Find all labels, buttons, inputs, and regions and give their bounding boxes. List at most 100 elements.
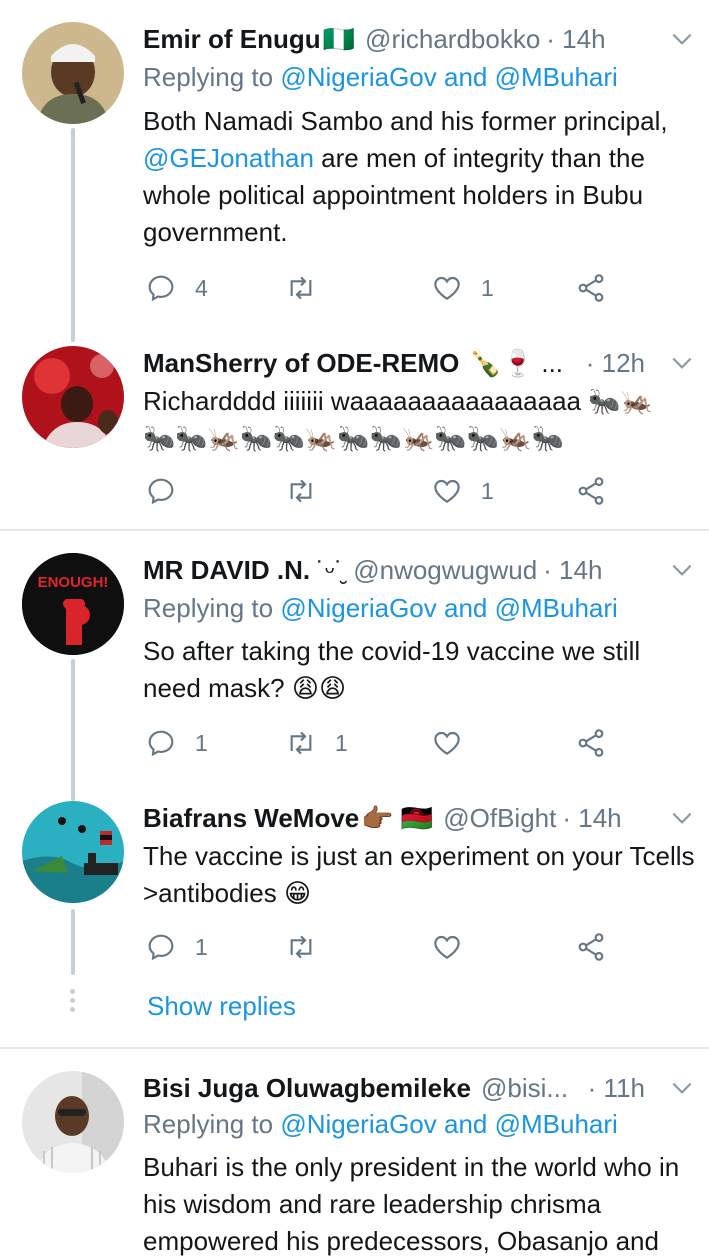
- like-button[interactable]: [431, 929, 481, 965]
- chevron-down-icon[interactable]: [669, 1075, 695, 1101]
- reply-icon: [148, 730, 174, 757]
- tweet-header: ManSherry of ODE-REMO 🍾🍷 ... · 12h: [143, 346, 689, 380]
- replying-to-link[interactable]: @NigeriaGov and @MBuhari: [280, 593, 617, 623]
- replying-to-link[interactable]: @NigeriaGov and @MBuhari: [280, 62, 617, 92]
- display-name[interactable]: Bisi Juga Oluwagbemileke: [143, 1073, 471, 1104]
- timestamp[interactable]: · 14h: [543, 555, 602, 586]
- avatar[interactable]: [22, 1071, 124, 1173]
- tweet-text-part: Both Namadi Sambo and his former princip…: [143, 106, 668, 136]
- mention-link[interactable]: @GEJonathan: [143, 143, 314, 173]
- share-button[interactable]: [575, 270, 607, 306]
- display-name[interactable]: Biafrans WeMove: [143, 803, 359, 834]
- retweet-button[interactable]: 1: [285, 725, 348, 761]
- avatar[interactable]: ENOUGH!: [22, 553, 124, 655]
- retweet-button[interactable]: [285, 929, 335, 965]
- share-icon: [578, 933, 604, 961]
- tweet-header: Bisi Juga Oluwagbemileke @bisi... · 11h: [143, 1071, 689, 1105]
- tweet-actions: 1 1: [143, 725, 623, 761]
- name-emoji: ˙ᵕ˙̮: [316, 554, 344, 585]
- retweet-icon: [290, 935, 312, 959]
- chevron-down-icon[interactable]: [669, 26, 695, 52]
- display-name[interactable]: MR DAVID .N.: [143, 555, 310, 586]
- replying-to: Replying to @NigeriaGov and @MBuhari: [143, 593, 618, 624]
- tweet-actions: 1: [143, 929, 623, 965]
- tweet-2[interactable]: ManSherry of ODE-REMO 🍾🍷 ... · 12h Richa…: [0, 330, 709, 530]
- reply-count: 4: [195, 274, 208, 301]
- replying-to-label: Replying to: [143, 62, 281, 92]
- retweet-count: 1: [335, 729, 348, 756]
- timestamp[interactable]: · 11h: [588, 1073, 645, 1104]
- heart-icon: [434, 276, 460, 300]
- replying-to: Replying to @NigeriaGov and @MBuhari: [143, 1109, 618, 1140]
- reply-icon: [148, 478, 174, 505]
- reply-count: 1: [195, 729, 208, 756]
- retweet-button[interactable]: [285, 473, 335, 509]
- like-button[interactable]: 1: [431, 473, 494, 509]
- ant-emoji: 🐜🐜🦗🐜🐜🦗🐜🐜🦗🐜🐜🦗🐜: [143, 423, 564, 453]
- share-button[interactable]: [575, 929, 607, 965]
- tweet-header: Biafrans WeMove 👉🏾 🇲🇼 @OfBight · 14h: [143, 801, 689, 835]
- thread-line: [71, 128, 75, 342]
- tweet-5[interactable]: Bisi Juga Oluwagbemileke @bisi... · 11h …: [0, 1049, 709, 1259]
- timestamp[interactable]: · 14h: [562, 803, 621, 834]
- display-name[interactable]: Emir of Enugu: [143, 24, 321, 55]
- user-handle[interactable]: @nwogwugwud: [353, 555, 537, 586]
- reply-button[interactable]: [145, 473, 195, 509]
- timestamp[interactable]: · 12h: [586, 348, 645, 379]
- like-count: 1: [481, 274, 494, 301]
- tweet-text: Both Namadi Sambo and his former princip…: [143, 103, 703, 251]
- tweet-header: MR DAVID .N. ˙ᵕ˙̮ @nwogwugwud · 14h: [143, 553, 689, 587]
- like-button[interactable]: 1: [431, 270, 494, 306]
- user-handle[interactable]: @richardbokko: [365, 24, 540, 55]
- chevron-down-icon[interactable]: [669, 350, 695, 376]
- share-icon: [578, 477, 604, 505]
- thread-line: [71, 659, 75, 801]
- tweet-text: Richardddd iiiiiii waaaaaaaaaaaaaaaa 🐜🦗 …: [143, 383, 703, 457]
- tweet-text: The vaccine is just an experiment on you…: [143, 841, 695, 908]
- share-icon: [578, 274, 604, 302]
- replying-to-link[interactable]: @NigeriaGov and @MBuhari: [280, 1109, 617, 1139]
- share-button[interactable]: [575, 473, 607, 509]
- tweet-text: Buhari is the only president in the worl…: [143, 1152, 680, 1256]
- thread-dots: [70, 989, 76, 1016]
- flag-emoji: 🇳🇬: [322, 23, 356, 54]
- avatar[interactable]: [22, 22, 124, 124]
- share-icon: [578, 729, 604, 757]
- tweet-3[interactable]: ENOUGH! MR DAVID .N. ˙ᵕ˙̮ @nwogwugwud · …: [0, 531, 709, 801]
- retweet-icon: [290, 479, 312, 503]
- reply-count: 1: [195, 933, 208, 960]
- tweet-actions: 4 1: [143, 270, 623, 306]
- chevron-down-icon[interactable]: [669, 557, 695, 583]
- replying-to-label: Replying to: [143, 1109, 281, 1139]
- share-button[interactable]: [575, 725, 607, 761]
- tweet-actions: 1: [143, 473, 623, 509]
- timestamp[interactable]: · 14h: [546, 24, 605, 55]
- user-handle[interactable]: @OfBight: [443, 803, 556, 834]
- like-button[interactable]: [431, 725, 481, 761]
- retweet-icon: [290, 276, 312, 300]
- retweet-button[interactable]: [285, 270, 335, 306]
- tweet-4[interactable]: Biafrans WeMove 👉🏾 🇲🇼 @OfBight · 14h The…: [0, 791, 709, 1046]
- avatar[interactable]: [22, 801, 124, 903]
- avatar-text: ENOUGH!: [38, 574, 109, 591]
- name-emoji: 👉🏾 🇲🇼: [361, 802, 434, 833]
- tweet-text-part: Richardddd iiiiiii waaaaaaaaaaaaaaaa: [143, 386, 581, 416]
- like-count: 1: [481, 477, 494, 504]
- heart-icon: [434, 731, 460, 755]
- ant-emoji: 🐜🦗: [588, 386, 653, 416]
- user-handle[interactable]: @bisi...: [481, 1073, 568, 1104]
- retweet-icon: [290, 731, 312, 755]
- display-name[interactable]: ManSherry of ODE-REMO: [143, 348, 459, 379]
- reply-button[interactable]: 4: [145, 270, 208, 306]
- reply-icon: [148, 275, 174, 302]
- reply-icon: [148, 934, 174, 961]
- reply-button[interactable]: 1: [145, 929, 208, 965]
- chevron-down-icon[interactable]: [669, 805, 695, 831]
- heart-icon: [434, 479, 460, 503]
- replying-to: Replying to @NigeriaGov and @MBuhari: [143, 62, 618, 93]
- name-emoji: 🍾🍷 ...: [469, 347, 564, 378]
- tweet-1[interactable]: Emir of Enugu 🇳🇬 @richardbokko · 14h Rep…: [0, 0, 709, 342]
- show-replies-link[interactable]: Show replies: [147, 991, 296, 1022]
- reply-button[interactable]: 1: [145, 725, 208, 761]
- avatar[interactable]: [22, 346, 124, 448]
